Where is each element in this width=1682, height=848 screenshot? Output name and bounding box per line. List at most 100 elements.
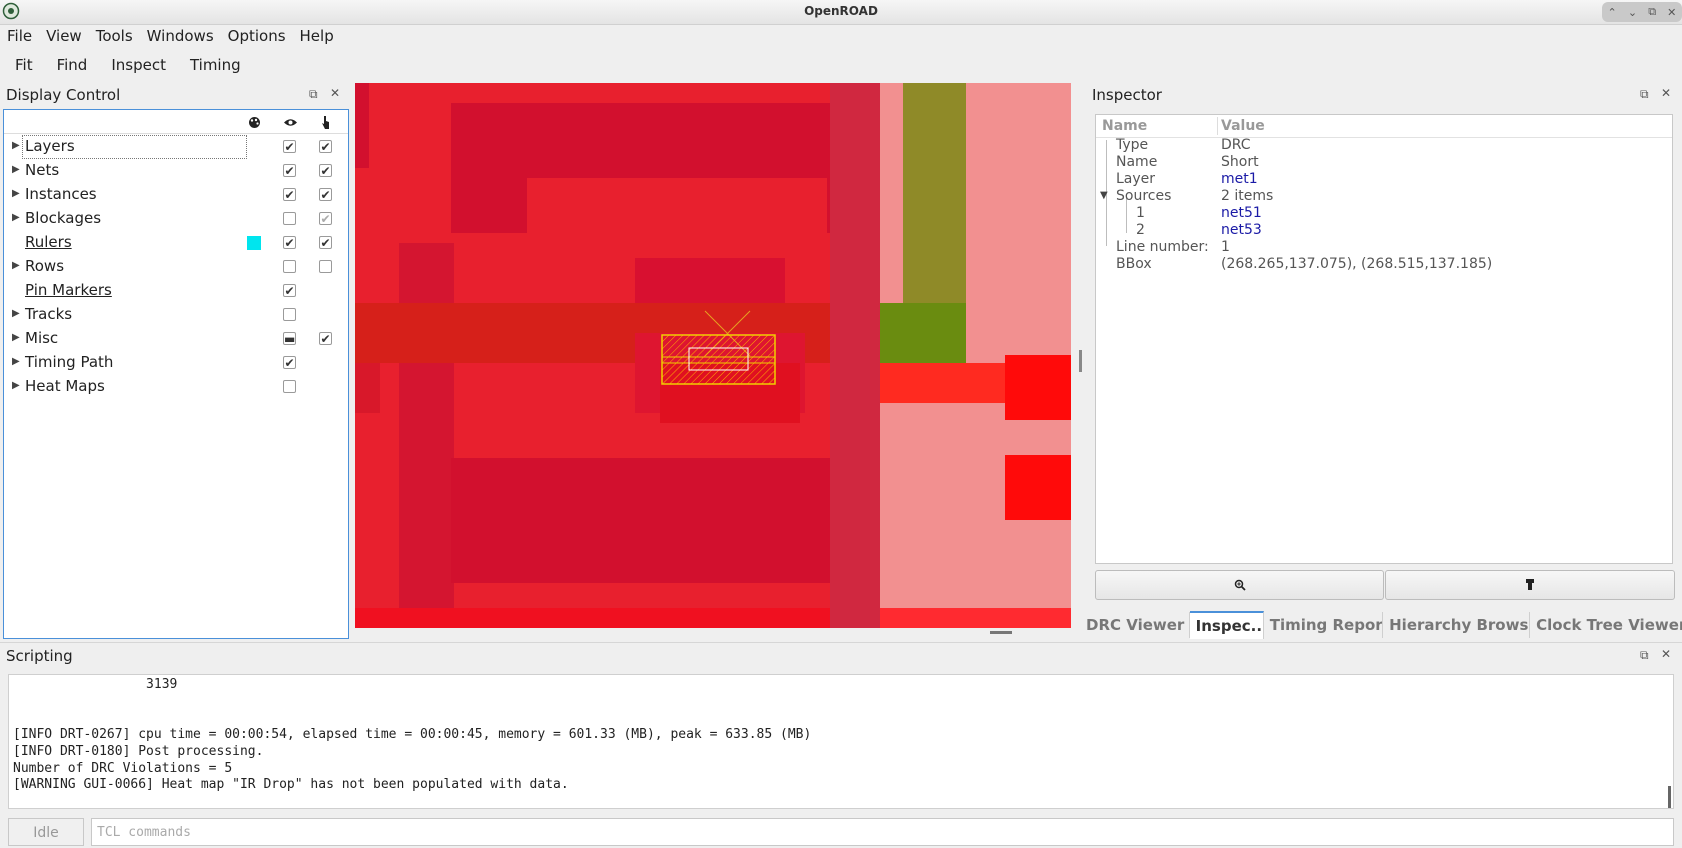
timing-button[interactable]: Timing (182, 56, 249, 74)
property-value: 1 (1221, 239, 1230, 255)
selectable-checkbox[interactable]: ✔ (319, 212, 332, 226)
expand-arrow-icon[interactable]: ▶ (12, 356, 20, 367)
inspector-row-source-2[interactable]: 2 net53 (1096, 222, 1672, 239)
splitter-handle[interactable] (1079, 350, 1082, 372)
selectable-checkbox[interactable] (319, 260, 332, 273)
display-item-nets[interactable]: ▶ Nets ✔ ✔ (4, 159, 348, 183)
scripting-output[interactable]: 3139 [INFO DRT-0267] cpu time = 00:00:54… (8, 674, 1674, 809)
property-name: Layer (1116, 171, 1156, 187)
visible-checkbox[interactable]: ✔ (283, 356, 296, 370)
display-item-rulers[interactable]: Rulers ✔ ✔ (4, 231, 348, 255)
property-name: 2 (1136, 222, 1145, 238)
highlight-button[interactable] (1385, 570, 1675, 600)
tab-clock-tree-viewer[interactable]: Clock Tree Viewer (1530, 612, 1682, 638)
expand-arrow-icon[interactable]: ▶ (12, 212, 20, 223)
inspector-row-source-1[interactable]: 1 net51 (1096, 205, 1672, 222)
display-item-label: Pin Markers (25, 281, 112, 299)
tcl-command-input[interactable] (91, 818, 1674, 846)
zoom-to-button[interactable] (1095, 570, 1384, 600)
expand-arrow-icon[interactable]: ▶ (12, 380, 20, 391)
visible-checkbox[interactable]: ✔ (283, 164, 296, 178)
tab-hierarchy-browser[interactable]: Hierarchy Browser (1383, 612, 1531, 638)
inspector-row-layer[interactable]: Layer met1 (1096, 171, 1672, 188)
display-item-heat-maps[interactable]: ▶ Heat Maps (4, 375, 348, 399)
fit-button[interactable]: Fit (7, 56, 41, 74)
close-panel-icon[interactable]: ✕ (330, 86, 340, 100)
inspector-row-type[interactable]: Type DRC (1096, 137, 1672, 154)
net-link[interactable]: net51 (1221, 205, 1262, 221)
expand-arrow-icon[interactable]: ▶ (12, 260, 20, 271)
float-panel-icon[interactable]: ⧉ (309, 87, 318, 102)
status-idle-button[interactable]: Idle (8, 818, 84, 846)
menu-help[interactable]: Help (293, 27, 341, 45)
tab-inspector[interactable]: Inspec... (1189, 611, 1264, 639)
inspector-row-name[interactable]: Name Short (1096, 154, 1672, 171)
inspector-header: Name Value (1096, 115, 1672, 138)
inspect-button[interactable]: Inspect (103, 56, 174, 74)
net-link[interactable]: net53 (1221, 222, 1262, 238)
display-item-misc[interactable]: ▶ Misc ▬ ✔ (4, 327, 348, 351)
expand-arrow-icon[interactable]: ▶ (12, 164, 20, 175)
inspector-title: Inspector (1092, 86, 1162, 104)
display-item-timing-path[interactable]: ▶ Timing Path ✔ (4, 351, 348, 375)
scroll-thumb[interactable] (990, 631, 1012, 634)
selectable-checkbox[interactable]: ✔ (319, 164, 332, 178)
inspector-row-sources[interactable]: ▼ Sources 2 items (1096, 188, 1672, 205)
visible-checkbox[interactable] (283, 212, 296, 225)
selectable-checkbox[interactable]: ✔ (319, 188, 332, 202)
column-name-header[interactable]: Name (1102, 118, 1147, 134)
menu-options[interactable]: Options (221, 27, 293, 45)
display-item-pin-markers[interactable]: Pin Markers ✔ (4, 279, 348, 303)
window-shade-button[interactable]: ⌃ (1608, 6, 1617, 19)
expand-arrow-icon[interactable]: ▶ (12, 332, 20, 343)
close-panel-icon[interactable]: ✕ (1661, 647, 1671, 661)
pointer-icon (322, 116, 329, 129)
visible-checkbox[interactable]: ✔ (283, 236, 296, 250)
inspector-row-line-number[interactable]: Line number: 1 (1096, 239, 1672, 256)
expand-arrow-icon[interactable]: ▶ (12, 308, 20, 319)
layer-link[interactable]: met1 (1221, 171, 1258, 187)
menu-windows[interactable]: Windows (140, 27, 221, 45)
visible-checkbox[interactable] (283, 308, 296, 321)
ruler-color-swatch[interactable] (247, 236, 261, 250)
canvas-horizontal-scrollbar[interactable] (355, 628, 1071, 640)
close-window-button[interactable]: ✕ (1667, 6, 1676, 19)
expand-arrow-icon[interactable]: ▶ (12, 140, 20, 151)
minimize-button[interactable]: ⌄ (1628, 6, 1637, 19)
visible-checkbox[interactable]: ✔ (283, 188, 296, 202)
display-item-rows[interactable]: ▶ Rows (4, 255, 348, 279)
toolbar: Fit Find Inspect Timing (0, 50, 1682, 80)
layout-canvas[interactable] (355, 83, 1071, 628)
close-panel-icon[interactable]: ✕ (1661, 86, 1671, 100)
menu-view[interactable]: View (39, 27, 89, 45)
selectable-checkbox[interactable]: ✔ (319, 140, 332, 154)
drc-marker[interactable] (355, 83, 1071, 628)
visible-checkbox[interactable]: ✔ (283, 284, 296, 298)
find-button[interactable]: Find (49, 56, 96, 74)
display-item-instances[interactable]: ▶ Instances ✔ ✔ (4, 183, 348, 207)
collapse-arrow-icon[interactable]: ▼ (1100, 190, 1108, 201)
visible-checkbox[interactable]: ✔ (283, 140, 296, 154)
float-panel-icon[interactable]: ⧉ (1640, 87, 1649, 102)
display-item-tracks[interactable]: ▶ Tracks (4, 303, 348, 327)
column-value-header[interactable]: Value (1221, 118, 1265, 134)
float-panel-icon[interactable]: ⧉ (1640, 648, 1649, 663)
property-name: Line number: (1116, 239, 1209, 255)
menu-file[interactable]: File (0, 27, 39, 45)
display-item-layers[interactable]: ▶ Layers ✔ ✔ (4, 135, 348, 159)
selectable-checkbox[interactable]: ✔ (319, 332, 332, 346)
selectable-checkbox[interactable]: ✔ (319, 236, 332, 250)
expand-arrow-icon[interactable]: ▶ (12, 188, 20, 199)
maximize-button[interactable]: ⧉ (1648, 5, 1656, 19)
menu-tools[interactable]: Tools (89, 27, 140, 45)
display-item-label: Timing Path (25, 353, 114, 371)
output-scrollbar-thumb[interactable] (1668, 786, 1671, 808)
panel-divider (0, 642, 1682, 643)
tab-drc-viewer[interactable]: DRC Viewer (1086, 612, 1190, 638)
visible-checkbox-partial[interactable]: ▬ (283, 332, 296, 346)
visible-checkbox[interactable] (283, 380, 296, 393)
display-item-blockages[interactable]: ▶ Blockages ✔ (4, 207, 348, 231)
tab-timing-report[interactable]: Timing Report (1264, 612, 1384, 638)
visible-checkbox[interactable] (283, 260, 296, 273)
inspector-row-bbox[interactable]: BBox (268.265,137.075), (268.515,137.185… (1096, 256, 1672, 273)
